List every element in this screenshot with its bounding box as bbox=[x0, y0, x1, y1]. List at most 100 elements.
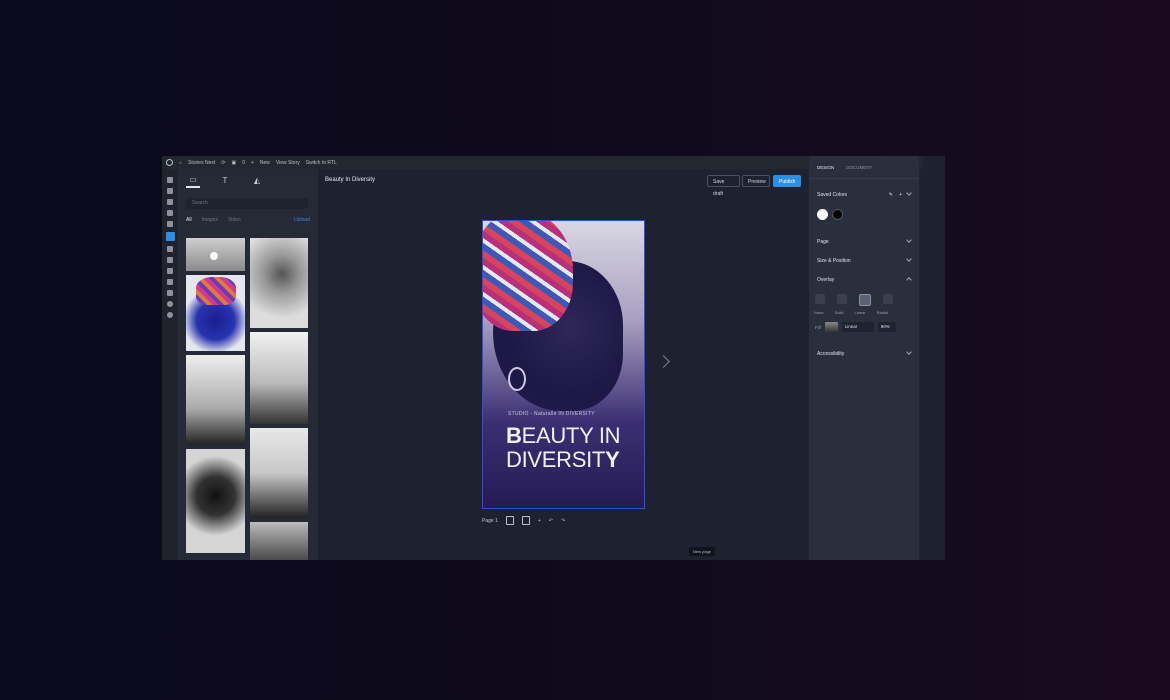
switch-rtl-link[interactable]: Switch to RTL bbox=[306, 160, 337, 166]
new-link[interactable]: New bbox=[260, 160, 270, 166]
media-tab-icon[interactable]: ▭ bbox=[186, 172, 200, 188]
comments-icon[interactable] bbox=[167, 221, 173, 227]
fill-label: Fill bbox=[815, 324, 821, 330]
filter-video[interactable]: Video bbox=[228, 217, 241, 223]
filter-all[interactable]: All bbox=[186, 217, 192, 223]
media-thumbnail[interactable] bbox=[250, 522, 308, 560]
color-swatch-white[interactable] bbox=[817, 209, 828, 220]
overlay-option-labels: None Solid Linear Radial bbox=[814, 310, 888, 315]
overlay-linear-label: Linear bbox=[854, 310, 866, 315]
overlay-section[interactable]: Overlay bbox=[817, 277, 912, 283]
fill-gradient-preview[interactable] bbox=[824, 322, 838, 332]
pages-icon[interactable] bbox=[167, 210, 173, 216]
chevron-down-icon[interactable] bbox=[906, 237, 912, 243]
appearance-icon[interactable] bbox=[167, 246, 173, 252]
saved-colors-section[interactable]: Saved Colors ✎ + bbox=[817, 190, 912, 198]
color-swatch-black[interactable] bbox=[832, 209, 843, 220]
plus-icon[interactable]: + bbox=[251, 160, 254, 166]
site-name[interactable]: Stories Next bbox=[188, 160, 215, 166]
overlay-radial-label: Radial bbox=[876, 310, 888, 315]
overlay-linear-option[interactable] bbox=[859, 294, 871, 306]
upload-button[interactable]: Upload bbox=[294, 217, 310, 223]
view-story-link[interactable]: View Story bbox=[276, 160, 300, 166]
media-thumbnail[interactable] bbox=[186, 238, 245, 271]
media-library-panel: ▭ T ◭ Search All Images Video Upload bbox=[178, 169, 318, 560]
chevron-up-icon[interactable] bbox=[906, 277, 912, 283]
media-icon[interactable] bbox=[167, 199, 173, 205]
page-label: Page 1 bbox=[482, 517, 498, 524]
media-thumbnail[interactable] bbox=[186, 275, 245, 351]
comment-icon[interactable]: ▣ bbox=[231, 160, 236, 166]
chevron-down-icon[interactable] bbox=[906, 256, 912, 262]
size-position-section[interactable]: Size & Position bbox=[817, 256, 912, 264]
publish-button[interactable]: Publish bbox=[773, 175, 801, 187]
media-thumbnail[interactable] bbox=[250, 332, 308, 424]
media-thumbnail[interactable] bbox=[250, 238, 308, 328]
tools-icon[interactable] bbox=[167, 279, 173, 285]
home-icon[interactable]: ⌂ bbox=[179, 160, 182, 166]
story-page[interactable]: STUDIO - Naturalle IN DIVERSITY BEAUTY I… bbox=[482, 220, 645, 509]
preview-button[interactable]: Preview bbox=[742, 175, 770, 187]
stories-icon[interactable] bbox=[165, 232, 175, 241]
overlay-options bbox=[815, 294, 893, 306]
dashboard-icon[interactable] bbox=[167, 177, 173, 183]
undo-icon[interactable]: ↶ bbox=[549, 518, 553, 524]
fill-opacity-input[interactable]: 90% bbox=[877, 322, 896, 332]
filter-images[interactable]: Images bbox=[202, 217, 218, 223]
media-thumbnail[interactable] bbox=[186, 449, 245, 553]
accessibility-section[interactable]: Accessibility bbox=[817, 349, 912, 357]
edit-icon[interactable]: ✎ bbox=[889, 192, 893, 198]
heading-letter-y: Y bbox=[605, 447, 620, 472]
fill-type-select[interactable]: Linear bbox=[841, 322, 874, 332]
story-heading[interactable]: BEAUTY IN DIVERSITY bbox=[506, 423, 621, 472]
wordpress-icon[interactable] bbox=[166, 159, 173, 166]
chevron-down-icon[interactable] bbox=[906, 349, 912, 355]
chevron-down-icon[interactable] bbox=[906, 190, 912, 196]
admin-sidebar bbox=[162, 169, 178, 560]
save-draft-button[interactable]: Save draft bbox=[707, 175, 740, 197]
duplicate-page-icon[interactable] bbox=[521, 516, 530, 525]
new-page-icon[interactable]: + bbox=[538, 518, 541, 524]
overlay-radial-option[interactable] bbox=[883, 294, 893, 304]
page-section-label: Page bbox=[817, 239, 829, 245]
pin-icon[interactable] bbox=[167, 188, 173, 194]
document-title[interactable]: Beauty In Diversity bbox=[325, 177, 375, 183]
media-thumbnail[interactable] bbox=[250, 428, 308, 518]
delete-page-icon[interactable] bbox=[505, 516, 514, 525]
story-kicker[interactable]: STUDIO - Naturalle IN DIVERSITY bbox=[508, 411, 595, 417]
add-icon[interactable]: + bbox=[899, 192, 902, 198]
overlay-none-option[interactable] bbox=[815, 294, 825, 304]
collapse-icon[interactable] bbox=[167, 301, 173, 307]
size-position-label: Size & Position bbox=[817, 258, 851, 264]
play-icon bbox=[210, 252, 218, 260]
overlay-fill-row: Fill Linear 90% bbox=[815, 322, 896, 332]
tab-design[interactable]: DESIGN bbox=[817, 165, 834, 170]
media-thumbnail[interactable] bbox=[186, 355, 245, 445]
shapes-tab-icon[interactable]: ◭ bbox=[250, 173, 264, 187]
tab-document[interactable]: DOCUMENT bbox=[846, 165, 872, 170]
media-filters: All Images Video Upload bbox=[186, 217, 310, 223]
media-search-input[interactable]: Search bbox=[186, 198, 308, 209]
library-tabs: ▭ T ◭ bbox=[178, 169, 318, 191]
new-page-tooltip: New page bbox=[689, 547, 716, 556]
overlay-solid-label: Solid bbox=[834, 310, 844, 315]
overlay-label: Overlay bbox=[817, 277, 835, 283]
overlay-solid-option[interactable] bbox=[837, 294, 847, 304]
saved-colors-label: Saved Colors bbox=[817, 192, 848, 198]
update-icon[interactable]: ⟳ bbox=[221, 160, 225, 166]
earring-graphic bbox=[508, 367, 526, 391]
story-editor-app: ⌂ Stories Next ⟳ ▣ 0 + New View Story Sw… bbox=[162, 156, 945, 560]
heading-line2: DIVERSIT bbox=[506, 447, 606, 472]
plugins-icon[interactable] bbox=[167, 257, 173, 263]
heading-letter-b: B bbox=[506, 423, 522, 448]
redo-icon[interactable]: ↷ bbox=[561, 518, 565, 524]
design-panel: DESIGN DOCUMENT Saved Colors ✎ + Page Si… bbox=[809, 156, 919, 560]
help-icon[interactable] bbox=[167, 312, 173, 318]
panel-tabs: DESIGN DOCUMENT bbox=[809, 156, 919, 179]
page-section[interactable]: Page bbox=[817, 237, 912, 245]
users-icon[interactable] bbox=[167, 268, 173, 274]
text-tab-icon[interactable]: T bbox=[218, 173, 232, 187]
settings-icon[interactable] bbox=[167, 290, 173, 296]
heading-line1: EAUTY IN bbox=[521, 423, 621, 448]
next-page-arrow-icon[interactable] bbox=[657, 355, 670, 368]
